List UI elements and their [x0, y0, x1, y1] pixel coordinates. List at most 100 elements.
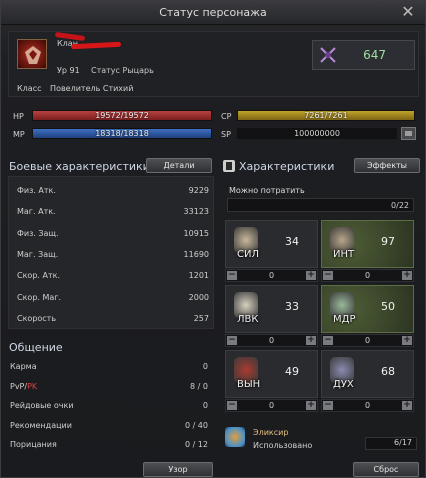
- stat-cell-2: ИНТ 97−0 +: [321, 220, 414, 284]
- stat-label: Маг. Атк.: [17, 207, 56, 217]
- social-label: Рекомендации: [10, 420, 72, 430]
- stat-adjuster: −0 +: [225, 399, 318, 412]
- combat-stat-row: Маг. Защ. 11690: [9, 244, 215, 265]
- elixir-name: Эликсир: [253, 428, 289, 437]
- stat-label: Скор. Маг.: [17, 292, 62, 302]
- stat-value: 1201: [188, 271, 209, 281]
- close-icon[interactable]: ✕: [399, 3, 417, 21]
- social-row: Порицания 0 / 12: [8, 435, 214, 454]
- increase-button[interactable]: +: [306, 271, 316, 280]
- combat-title: Боевые характеристики: [9, 160, 150, 173]
- stat-art: ЛВК 33: [225, 285, 318, 333]
- reset-button[interactable]: Сброс: [353, 462, 419, 477]
- social-label: Порицания: [10, 440, 57, 450]
- stat-number: 33: [285, 300, 299, 313]
- social-label: Рейдовые очки: [10, 401, 74, 411]
- spend-label: Можно потратить: [229, 186, 305, 195]
- social-row: Рейдовые очки 0: [8, 396, 214, 415]
- stat-value: 2000: [188, 292, 209, 302]
- cp-bar: 7261/7261: [237, 110, 415, 121]
- stat-abbr: ВЫН: [237, 379, 261, 390]
- window-title: Статус персонажа: [159, 6, 267, 19]
- added-points: 0: [268, 336, 275, 345]
- stat-label: Скорость: [17, 313, 57, 323]
- increase-button[interactable]: +: [402, 336, 412, 345]
- title-bar[interactable]: Статус персонажа ✕: [1, 1, 425, 25]
- mp-label: MP: [13, 130, 25, 139]
- stat-cell-5: ВЫН 49−0 +: [225, 350, 318, 414]
- social-label: PvP/PK: [10, 381, 38, 391]
- stat-number: 68: [381, 365, 395, 378]
- stat-adjuster: −0 +: [321, 269, 414, 282]
- combat-stat-row: Скор. Атк. 1201: [9, 265, 215, 286]
- sp-text: 100000000: [294, 129, 340, 138]
- points-box: 647: [312, 40, 415, 70]
- character-header: Клан Ур 91 Статус Рыцарь Класс Повелител…: [8, 31, 419, 97]
- stat-abbr: СИЛ: [237, 249, 259, 260]
- social-label: Карма: [10, 362, 37, 371]
- social-row: PvP/PK 8 / 0: [8, 377, 214, 396]
- stat-value: 10915: [183, 228, 209, 238]
- social-value: 8 / 0: [190, 381, 208, 391]
- details-button[interactable]: Детали: [146, 158, 212, 173]
- elixir-count: 6/17: [365, 437, 417, 450]
- spend-bar: 0/22: [227, 198, 414, 212]
- elixir-row: Эликсир Использовано 6/17: [225, 425, 417, 455]
- status-info: Статус Рыцарь: [91, 66, 154, 75]
- stat-art: ИНТ 97: [321, 220, 414, 268]
- stat-label: Физ. Защ.: [17, 228, 59, 238]
- crossed-swords-icon: [320, 47, 336, 63]
- sp-info-button[interactable]: [401, 127, 416, 140]
- social-value: 0: [202, 401, 208, 411]
- social-value: 0 / 12: [184, 440, 208, 450]
- stat-value: 33123: [183, 207, 209, 217]
- increase-button[interactable]: +: [306, 336, 316, 345]
- combat-stat-row: Физ. Защ. 10915: [9, 223, 215, 244]
- class-info: Класс Повелитель Стихий: [17, 84, 133, 93]
- stat-abbr: ИНТ: [333, 249, 355, 260]
- social-value: 0: [202, 362, 208, 371]
- level-value: 91: [69, 66, 80, 75]
- stat-abbr: ЛВК: [237, 314, 259, 325]
- stat-value: 11690: [183, 249, 209, 259]
- redacted-clan-name: [70, 41, 122, 50]
- level-label: Ур: [57, 66, 67, 75]
- character-status-window: Статус персонажа ✕ Клан Ур 91 Статус Рыц…: [0, 0, 426, 478]
- cp-label: CP: [221, 112, 232, 121]
- stat-adjuster: −0 +: [321, 399, 414, 412]
- stat-art: МДР 50: [321, 285, 414, 333]
- characteristics-icon: [223, 160, 235, 172]
- combat-stat-row: Скор. Маг. 2000: [9, 287, 215, 308]
- inspect-button[interactable]: Узор: [143, 462, 213, 477]
- stat-art: СИЛ 34: [225, 220, 318, 268]
- clan-crest-icon: [17, 39, 47, 69]
- social-list: Карма 0 PvP/PK 8 / 0 Рейдовые очки 0 Рекоменда…: [8, 357, 214, 457]
- stat-label: Физ. Атк.: [17, 186, 56, 195]
- increase-button[interactable]: +: [402, 401, 412, 410]
- status-value: Рыцарь: [122, 66, 154, 75]
- points-value: 647: [363, 48, 386, 62]
- combat-stat-row: Скорость 257: [9, 308, 215, 329]
- level-info: Ур 91: [57, 66, 80, 75]
- social-row: Карма 0: [8, 357, 214, 376]
- stat-art: ВЫН 49: [225, 350, 318, 398]
- stat-adjuster: −0 +: [225, 269, 318, 282]
- stat-abbr: МДР: [333, 314, 356, 325]
- class-value: Повелитель Стихий: [50, 84, 134, 93]
- stat-label: Маг. Защ.: [17, 249, 59, 259]
- effects-button[interactable]: Эффекты: [354, 158, 420, 173]
- elixir-used-label: Использовано: [253, 441, 313, 450]
- sp-label: SP: [221, 130, 231, 139]
- increase-button[interactable]: +: [402, 271, 412, 280]
- mp-text: 18318/18318: [95, 129, 149, 138]
- pk-label: PK: [27, 381, 38, 391]
- stat-adjuster: −0 +: [321, 334, 414, 347]
- stat-label: Скор. Атк.: [17, 271, 60, 281]
- sp-bar: 100000000: [237, 128, 397, 139]
- stat-cell-3: ЛВК 33−0 +: [225, 285, 318, 349]
- spend-value: 0/22: [391, 201, 409, 210]
- stat-value: 9229: [188, 186, 209, 195]
- added-points: 0: [268, 401, 275, 410]
- stat-number: 49: [285, 365, 299, 378]
- increase-button[interactable]: +: [306, 401, 316, 410]
